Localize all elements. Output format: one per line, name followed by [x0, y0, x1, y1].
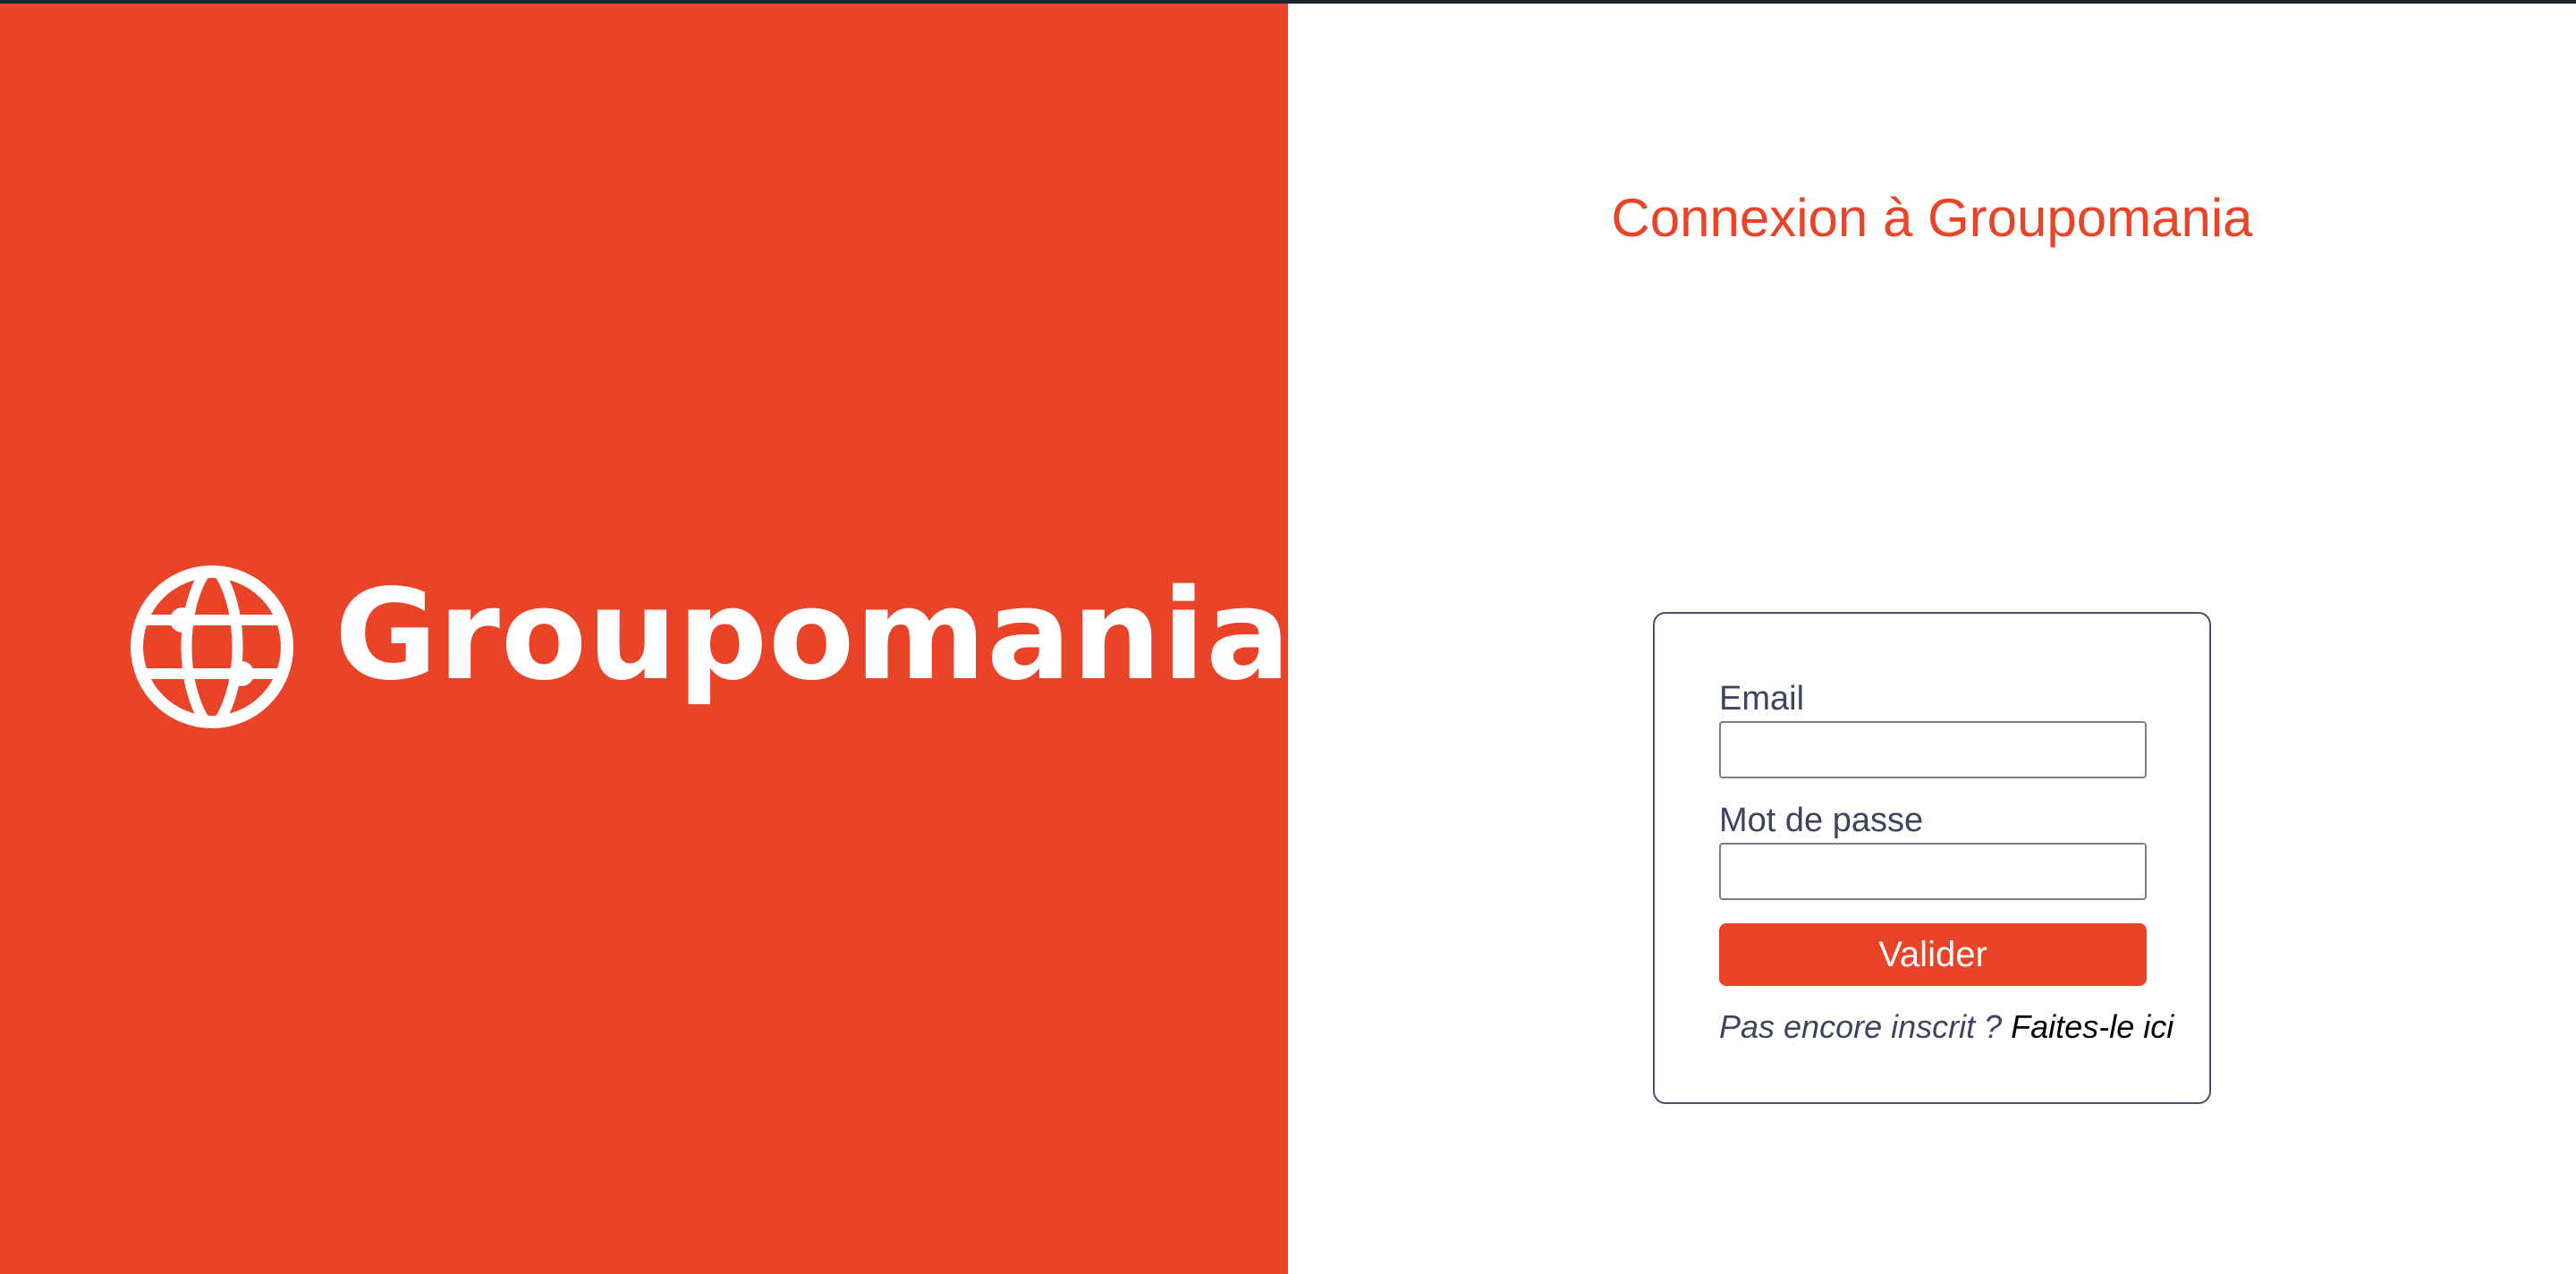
email-label: Email [1719, 680, 1805, 718]
brand-panel: Groupomania [0, 4, 1291, 1274]
globe-icon [131, 565, 293, 728]
email-group: Email [1719, 678, 2147, 778]
login-form: Email Mot de passe Valider Pas encore in… [1653, 612, 2211, 1104]
signup-line: Pas encore inscrit ? Faites-le ici [1719, 1006, 2174, 1049]
password-group: Mot de passe [1719, 800, 2147, 900]
page-title: Connexion à Groupomania [1611, 188, 2253, 248]
login-page: Groupomania Connexion à Groupomania Emai… [0, 0, 2576, 1274]
submit-button[interactable]: Valider [1719, 923, 2147, 986]
brand-name: Groupomania [335, 563, 1292, 709]
password-field[interactable] [1719, 843, 2147, 900]
password-label: Mot de passe [1719, 802, 1924, 839]
signup-link[interactable]: Faites-le ici [2011, 1008, 2174, 1045]
login-panel: Connexion à Groupomania Email Mot de pas… [1288, 4, 2576, 1274]
email-field[interactable] [1719, 721, 2147, 778]
groupomania-logo: Groupomania [129, 564, 1292, 730]
signup-prompt: Pas encore inscrit ? [1719, 1008, 2003, 1045]
